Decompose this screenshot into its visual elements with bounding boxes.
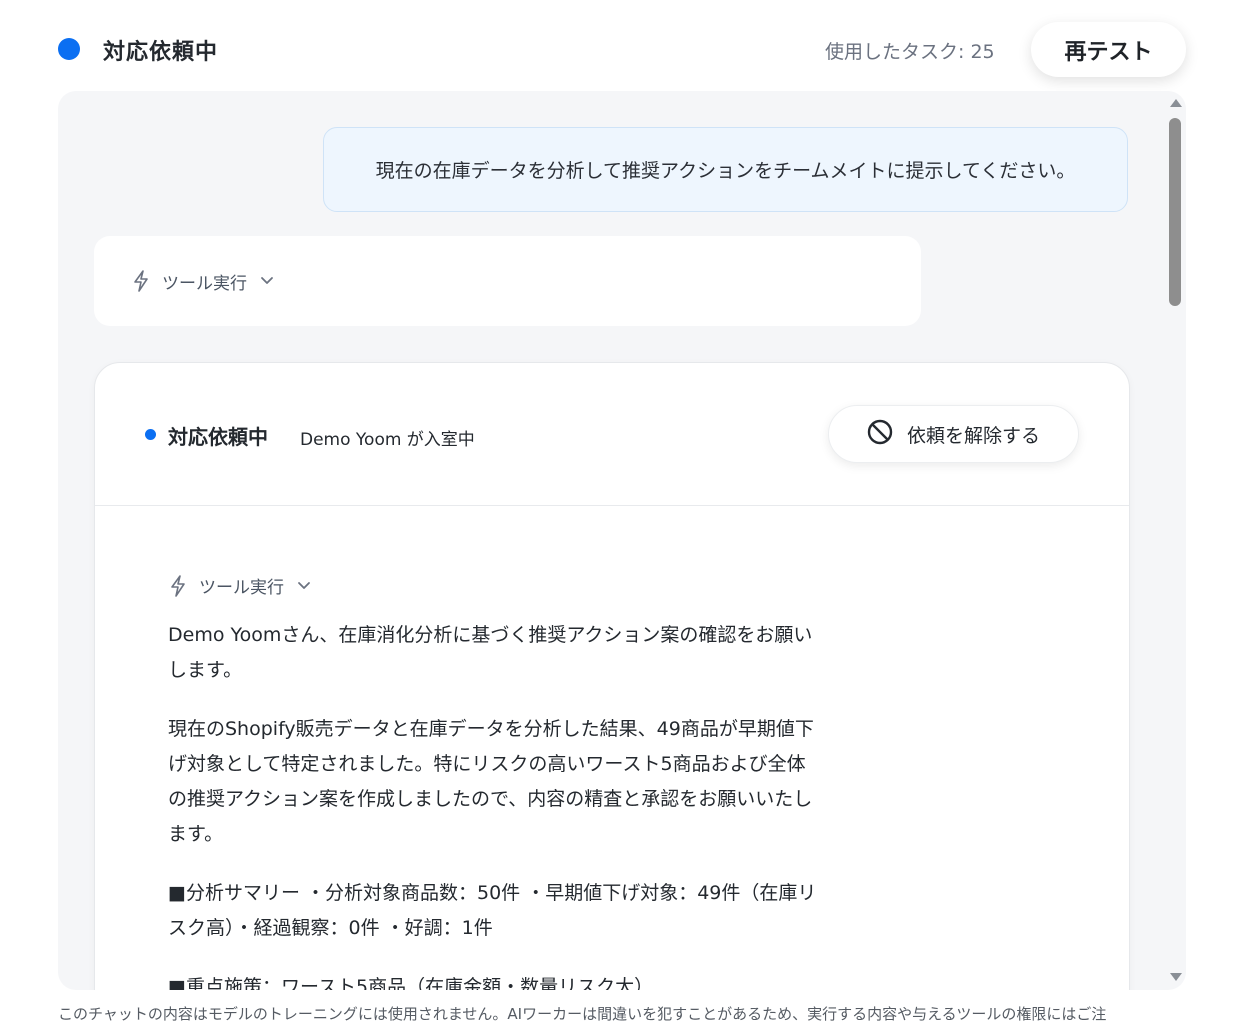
- prohibited-icon: [867, 419, 893, 450]
- tool-execution-label: ツール実行: [162, 273, 247, 294]
- lightning-icon: [169, 574, 187, 597]
- tool-execution-toggle[interactable]: ツール実行: [132, 269, 275, 294]
- retest-button[interactable]: 再テスト: [1031, 22, 1186, 77]
- chevron-down-icon: [296, 578, 312, 594]
- lightning-icon: [132, 270, 150, 292]
- cancel-request-label: 依頼を解除する: [906, 424, 1040, 447]
- request-status-subtitle: Demo Yoom が入室中: [300, 430, 475, 450]
- cancel-request-button[interactable]: 依頼を解除する: [828, 405, 1079, 463]
- message-paragraph: 現在のShopify販売データと在庫データを分析した結果、49商品が早期値下げ対…: [168, 718, 814, 845]
- message-paragraph: Demo Yoomさん、在庫消化分析に基づく推奨アクション案の確認をお願いします…: [168, 624, 813, 681]
- message-paragraph: ■分析サマリー ・分析対象商品数：50件 ・早期値下げ対象：49件（在庫リスク高…: [168, 882, 817, 939]
- user-message-bubble: 現在の在庫データを分析して推奨アクションをチームメイトに提示してください。: [323, 127, 1128, 212]
- chat-panel[interactable]: 現在の在庫データを分析して推奨アクションをチームメイトに提示してください。 ツー…: [58, 91, 1186, 990]
- divider: [95, 505, 1129, 506]
- disclaimer-note: このチャットの内容はモデルのトレーニングには使用されません。AIワーカーは間違い…: [58, 1005, 1107, 1023]
- request-status-title: 対応依頼中: [168, 425, 268, 449]
- user-message-text: 現在の在庫データを分析して推奨アクションをチームメイトに提示してください。: [375, 160, 1076, 182]
- request-card: 対応依頼中 Demo Yoom が入室中 依頼を解除する ツール実行 Demo …: [94, 362, 1130, 990]
- tool-execution-label: ツール実行: [199, 578, 284, 598]
- chat-scrollbar[interactable]: [1164, 91, 1186, 990]
- chevron-down-icon: [259, 273, 275, 289]
- status-indicator-dot: [58, 38, 80, 60]
- request-tool-execution-toggle[interactable]: ツール実行: [169, 573, 312, 598]
- tool-execution-card: ツール実行: [94, 236, 921, 326]
- task-count-label: 使用したタスク: 25: [825, 41, 995, 63]
- request-status-dot: [145, 429, 156, 440]
- message-paragraph: ■重点施策：ワースト5商品（在庫金額・数量リスク大）: [168, 976, 654, 990]
- assistant-message-body: Demo Yoomさん、在庫消化分析に基づく推奨アクション案の確認をお願いします…: [168, 618, 818, 990]
- scroll-up-arrow-icon[interactable]: [1170, 99, 1182, 107]
- scrollbar-thumb[interactable]: [1169, 118, 1181, 306]
- scroll-down-arrow-icon[interactable]: [1170, 973, 1182, 981]
- page-title: 対応依頼中: [103, 40, 219, 65]
